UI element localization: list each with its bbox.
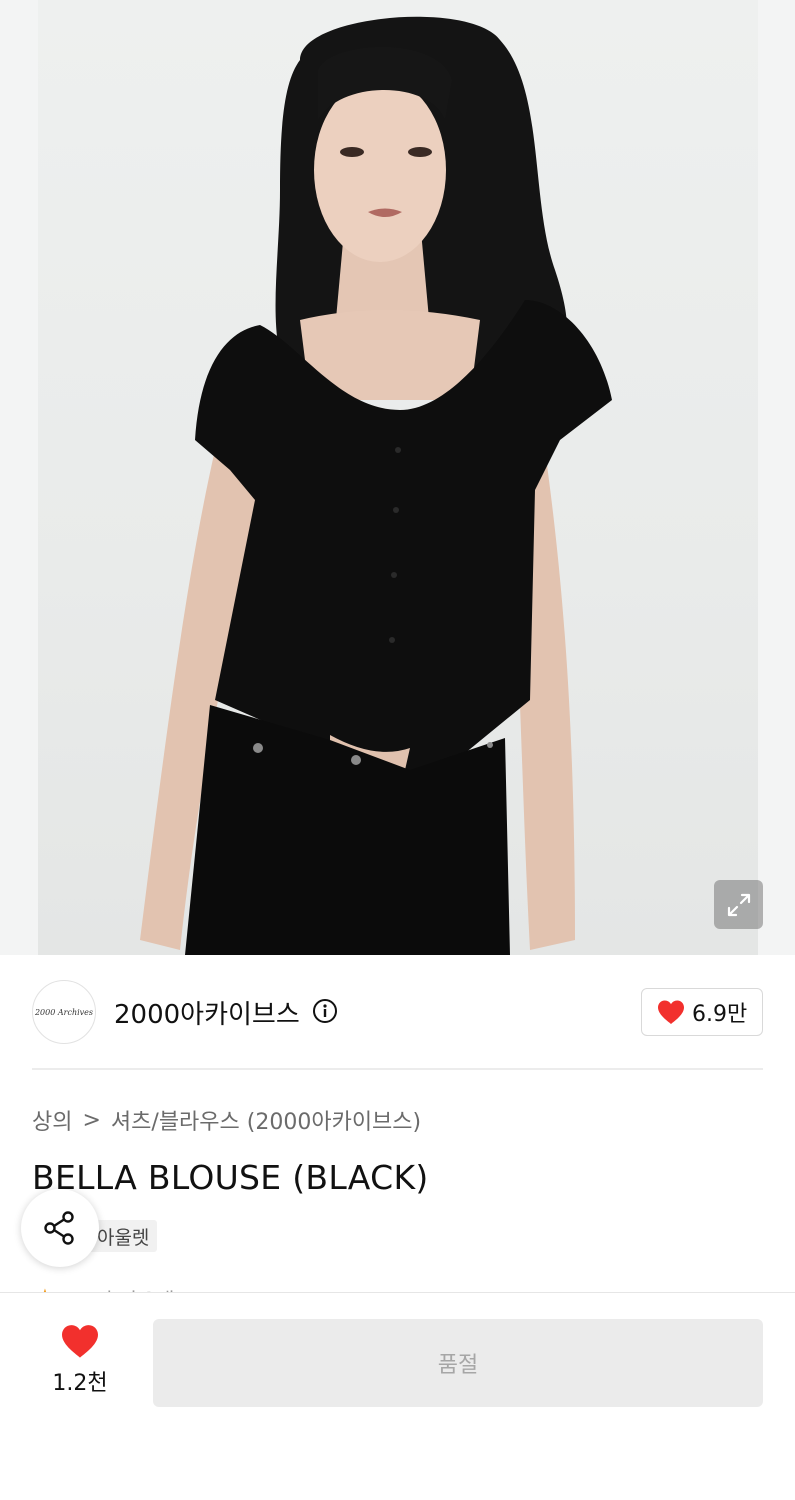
brand-logo-text: 2000 Archives	[34, 1007, 94, 1017]
expand-image-button[interactable]	[714, 880, 763, 929]
breadcrumb-separator: >	[82, 1107, 101, 1133]
brand-logo[interactable]: 2000 Archives	[32, 980, 96, 1044]
brand-name[interactable]: 2000아카이브스	[114, 994, 300, 1031]
brand-row: 2000 Archives 2000아카이브스 6.9만	[32, 978, 763, 1044]
bottom-action-bar: 1.2천 품절	[0, 1292, 795, 1500]
divider	[32, 1068, 763, 1070]
brand-like-button[interactable]: 6.9만	[641, 988, 763, 1036]
wishlist-button[interactable]: 1.2천	[40, 1323, 120, 1403]
breadcrumb: 상의 > 셔츠/블라우스 (2000아카이브스)	[32, 1104, 421, 1136]
product-title: BELLA BLOUSE (BLACK)	[32, 1158, 429, 1197]
wishlist-count: 1.2천	[52, 1371, 108, 1396]
share-button[interactable]	[21, 1189, 99, 1267]
tag-outlet: 아울렛	[88, 1220, 158, 1252]
breadcrumb-category[interactable]: 상의	[32, 1104, 72, 1136]
brand-like-count: 6.9만	[692, 1002, 748, 1027]
share-icon	[44, 1211, 74, 1245]
sold-out-button[interactable]: 품절	[153, 1319, 763, 1407]
breadcrumb-subcategory[interactable]: 셔츠/블라우스 (2000아카이브스)	[111, 1104, 421, 1136]
product-image[interactable]	[0, 0, 795, 955]
heart-icon	[62, 1325, 98, 1358]
info-icon[interactable]	[312, 998, 338, 1024]
heart-icon	[658, 1000, 684, 1024]
model-photo	[140, 16, 612, 955]
expand-icon	[727, 893, 750, 916]
